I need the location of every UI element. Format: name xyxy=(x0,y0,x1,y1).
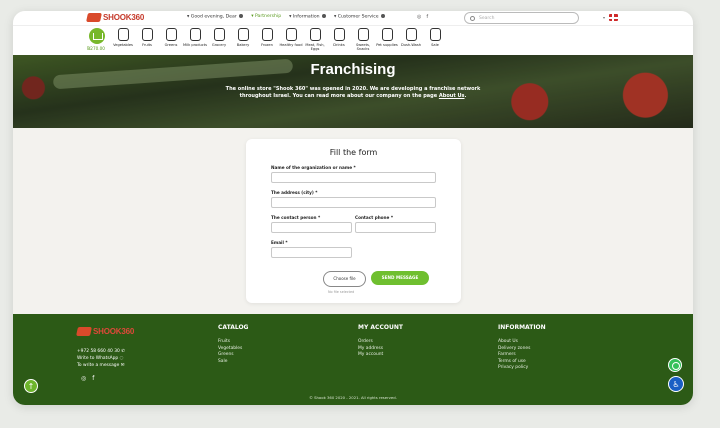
choose-file-button[interactable]: Choose file xyxy=(323,271,366,287)
franchise-form: Fill the form Name of the organization o… xyxy=(246,139,461,303)
logo-icon xyxy=(76,327,92,336)
cherry-icon xyxy=(141,28,153,41)
category-sale[interactable]: Sale xyxy=(423,28,447,52)
message-link[interactable]: To write a message ✉ xyxy=(77,362,125,369)
whatsapp-icon[interactable] xyxy=(668,358,682,372)
carrot-icon xyxy=(117,28,129,41)
footer-logo[interactable]: SHOOK360 xyxy=(76,327,134,336)
footer-link[interactable]: Sale xyxy=(218,359,249,366)
footer-link[interactable]: Privacy policy xyxy=(498,365,546,372)
top-links: ▾ Good evening, Dear ▾ Partnership ▾ Inf… xyxy=(187,14,386,20)
org-input[interactable] xyxy=(271,172,436,183)
footer-social: ◎ f xyxy=(81,375,94,382)
email-input[interactable] xyxy=(271,247,352,258)
pet-icon xyxy=(381,28,393,41)
footer: SHOOK360 +972 58 660 40 30 ✆ Write to Wh… xyxy=(13,314,693,405)
facebook-icon[interactable]: f xyxy=(92,375,94,382)
category-list: Vegetables Fruits Greens Milk products G… xyxy=(111,28,447,52)
info-icon xyxy=(322,14,327,18)
footer-contacts: +972 58 660 40 30 ✆ Write to WhatsApp ◌ … xyxy=(77,348,125,369)
can-icon xyxy=(213,28,225,41)
language-flag-icon[interactable] xyxy=(609,14,618,21)
search-input[interactable]: Search xyxy=(464,12,579,24)
footer-information: INFORMATION About Us Delivery zones Farm… xyxy=(498,324,546,372)
cart-total: ₪270.00 xyxy=(87,46,105,51)
login-icon xyxy=(239,14,244,18)
bottle-icon xyxy=(333,28,345,41)
mail-icon: ✉ xyxy=(120,363,125,368)
footer-account: MY ACCOUNT Orders My address My account xyxy=(358,324,403,359)
category-bar: ₪270.00 Vegetables Fruits Greens Milk pr… xyxy=(13,25,693,55)
category-fruits[interactable]: Fruits xyxy=(135,28,159,52)
logo-icon xyxy=(86,13,102,22)
bread-icon xyxy=(237,28,249,41)
address-label: The address (city) * xyxy=(271,190,318,195)
instagram-icon[interactable]: ◎ xyxy=(81,375,86,382)
milk-icon xyxy=(189,28,201,41)
instagram-icon[interactable]: ◎ xyxy=(417,14,421,20)
chevron-down-icon: ▾ xyxy=(603,15,606,20)
contact-person-input[interactable] xyxy=(271,222,352,233)
meat-icon xyxy=(309,28,321,41)
chat-icon xyxy=(381,14,386,18)
category-meat[interactable]: Meat, Fish, Eggs xyxy=(303,28,327,52)
file-status: No file selected xyxy=(328,290,355,294)
search-icon xyxy=(470,16,475,21)
category-drinks[interactable]: Drinks xyxy=(327,28,351,52)
partnership-link[interactable]: ▾ Partnership xyxy=(251,14,281,20)
footer-catalog: CATALOG Fruits Vegetables Greens Sale xyxy=(218,324,249,366)
page: SHOOK360 ▾ Good evening, Dear ▾ Partners… xyxy=(13,11,693,405)
top-bar: SHOOK360 ▾ Good evening, Dear ▾ Partners… xyxy=(13,11,693,25)
accessibility-icon[interactable]: ♿ xyxy=(668,376,684,392)
category-milk[interactable]: Milk products xyxy=(183,28,207,52)
snowflake-icon xyxy=(261,28,273,41)
greeting-link[interactable]: ▾ Good evening, Dear xyxy=(187,14,244,20)
copyright: © Shook 360 2020 - 2021. All rights rese… xyxy=(309,395,397,400)
category-frozen[interactable]: Frozen xyxy=(255,28,279,52)
category-bakery[interactable]: Bakery xyxy=(231,28,255,52)
banner-text: The online store "Shook 360" was opened … xyxy=(225,86,481,99)
category-sweets[interactable]: Sweets, Snacks xyxy=(351,28,375,52)
phone-icon: ✆ xyxy=(121,349,125,354)
category-greens[interactable]: Greens xyxy=(159,28,183,52)
category-vegetables[interactable]: Vegetables xyxy=(111,28,135,52)
arrow-up-icon: ↑ xyxy=(27,382,35,391)
whatsapp-small-icon: ◌ xyxy=(119,356,124,361)
about-us-link[interactable]: About Us xyxy=(439,93,465,99)
leaf-icon xyxy=(165,28,177,41)
category-dushwash[interactable]: Dush-Wash xyxy=(399,28,423,52)
address-input[interactable] xyxy=(271,197,436,208)
form-title: Fill the form xyxy=(329,148,378,157)
information-link[interactable]: ▾ Information xyxy=(289,14,327,20)
scroll-top-button[interactable]: ↑ xyxy=(24,379,38,393)
phone-input[interactable] xyxy=(355,222,436,233)
category-grocery[interactable]: Grocery xyxy=(207,28,231,52)
apple-icon xyxy=(285,28,297,41)
org-label: Name of the organization or name * xyxy=(271,165,356,170)
logo[interactable]: SHOOK360 xyxy=(86,13,144,22)
customer-service-link[interactable]: ▾ Customer Service xyxy=(334,14,386,20)
facebook-icon[interactable]: f xyxy=(426,14,428,20)
cart-icon[interactable] xyxy=(89,28,105,44)
category-healthy[interactable]: Healthy food xyxy=(279,28,303,52)
hero-banner: Franchising The online store "Shook 360"… xyxy=(13,55,693,128)
whatsapp-link[interactable]: Write to WhatsApp ◌ xyxy=(77,355,125,362)
top-social: ◎ f xyxy=(417,14,428,20)
sale-badge-icon xyxy=(429,28,441,41)
category-pet[interactable]: Pet supplies xyxy=(375,28,399,52)
footer-link[interactable]: My account xyxy=(358,352,403,359)
send-message-button[interactable]: SEND MESSAGE xyxy=(371,271,429,285)
phone-label: Contact phone * xyxy=(355,215,394,220)
page-title: Franchising xyxy=(310,61,396,78)
brush-icon xyxy=(405,28,417,41)
contact-person-label: The contact person * xyxy=(271,215,321,220)
email-label: Email * xyxy=(271,240,288,245)
phone-link[interactable]: +972 58 660 40 30 ✆ xyxy=(77,348,125,355)
candy-icon xyxy=(357,28,369,41)
